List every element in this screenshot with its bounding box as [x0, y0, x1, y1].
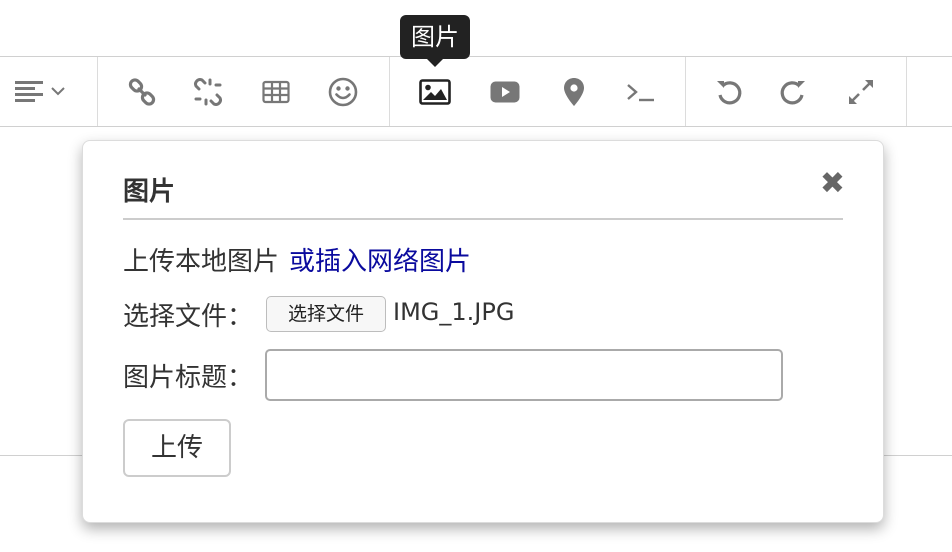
- toolbar-bottom-border: [0, 126, 952, 127]
- align-left-icon: [15, 80, 45, 102]
- unlink-icon: [193, 77, 223, 107]
- location-button[interactable]: [556, 74, 592, 110]
- toolbar-top-border: [0, 56, 952, 57]
- image-title-label: 图片标题：: [123, 363, 254, 393]
- upload-button[interactable]: 上传: [123, 419, 231, 477]
- insert-network-image-link[interactable]: 或插入网络图片: [289, 247, 471, 277]
- terminal-icon: [626, 81, 656, 103]
- selected-file-name: IMG_1.JPG: [393, 298, 515, 326]
- image-title-input[interactable]: [265, 349, 783, 401]
- redo-button[interactable]: [775, 74, 811, 110]
- map-pin-icon: [563, 77, 585, 107]
- toolbar-separator: [389, 57, 390, 126]
- dialog-title: 图片: [123, 177, 176, 207]
- code-button[interactable]: [622, 74, 660, 110]
- video-icon: [490, 81, 520, 103]
- toolbar-separator: [906, 57, 907, 126]
- image-button[interactable]: [416, 74, 454, 110]
- unlink-button[interactable]: [190, 74, 226, 110]
- video-button[interactable]: [487, 74, 523, 110]
- table-icon: [262, 80, 290, 104]
- smiley-icon: [328, 77, 358, 107]
- undo-icon: [715, 78, 743, 106]
- image-tooltip: 图片: [400, 15, 470, 67]
- image-dialog: 图片 ✖ 上传本地图片 或插入网络图片 选择文件： 选择文件 IMG_1.JPG …: [82, 140, 884, 523]
- upload-mode-row: 上传本地图片 或插入网络图片: [123, 241, 471, 278]
- fullscreen-button[interactable]: [843, 74, 879, 110]
- link-icon: [128, 78, 156, 106]
- toolbar-separator: [685, 57, 686, 126]
- table-button[interactable]: [258, 74, 294, 110]
- choose-file-label: 选择文件：: [123, 302, 254, 332]
- expand-icon: [846, 77, 876, 107]
- undo-button[interactable]: [711, 74, 747, 110]
- redo-icon: [779, 78, 807, 106]
- toolbar-separator: [97, 57, 98, 126]
- choose-file-button[interactable]: 选择文件: [266, 296, 386, 332]
- link-button[interactable]: [124, 74, 160, 110]
- upload-local-text: 上传本地图片: [123, 247, 280, 277]
- dialog-divider: [123, 218, 843, 220]
- image-icon: [419, 79, 451, 105]
- close-icon[interactable]: ✖: [820, 169, 845, 199]
- emoji-button[interactable]: [325, 74, 361, 110]
- chevron-down-icon: [51, 86, 65, 96]
- align-button[interactable]: [10, 74, 70, 108]
